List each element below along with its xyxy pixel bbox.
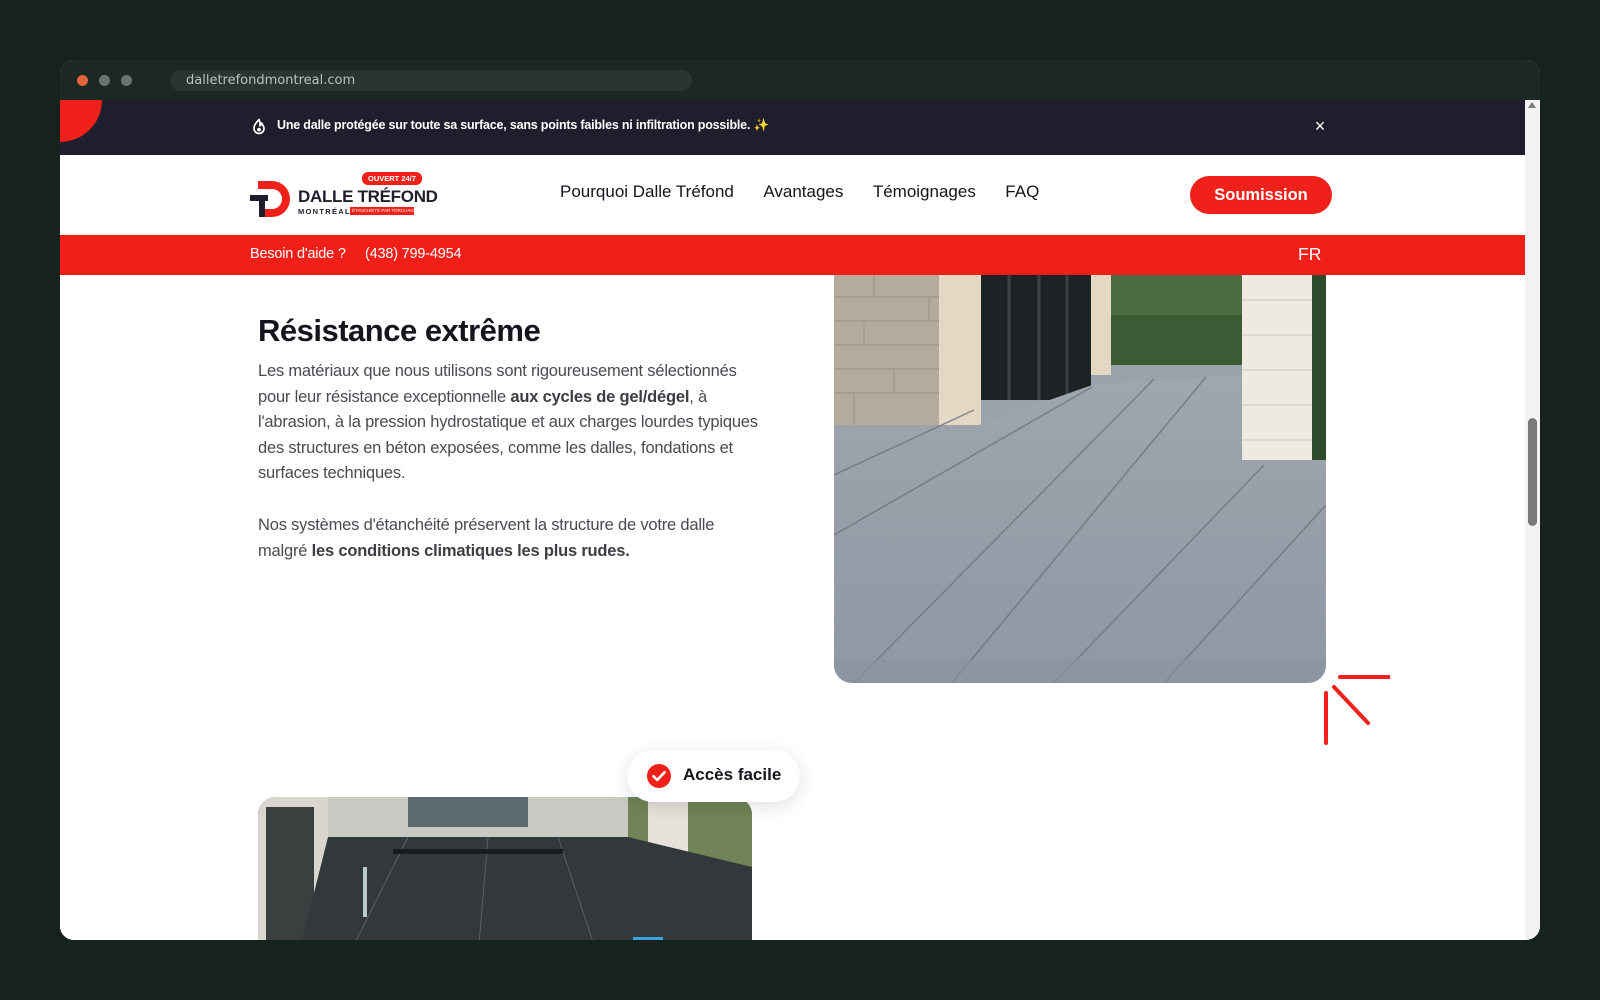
browser-titlebar: dalletrefondmontreal.com [60,60,1540,100]
phone-link[interactable]: (438) 799-4954 [365,246,462,262]
logo-strip: ÉTANCHÉITÉ PAR TORCHAGE [350,207,414,215]
para1-bold: aux cycles de gel/dégel [510,387,690,406]
logo-name: DALLE TRÉFOND [298,187,438,206]
announcement-text: Une dalle protégée sur toute sa surface,… [277,118,769,132]
nav-item-avantages[interactable]: Avantages [763,182,843,202]
close-window-dot[interactable] [77,75,88,86]
section-paragraph-2: Nos systèmes d'étanchéité préservent la … [258,513,758,564]
acces-facile-label: Accès facile [683,765,782,784]
check-circle-icon [647,764,671,788]
help-label: Besoin d'aide ? [250,246,346,262]
balcony-membrane-photo [258,797,752,940]
logo-badge: OUVERT 24/7 [362,172,422,185]
flame-icon [253,118,265,135]
address-bar[interactable]: dalletrefondmontreal.com [170,70,692,91]
nav-item-faq[interactable]: FAQ [1005,182,1039,202]
scrollbar[interactable] [1525,100,1540,940]
scroll-up-arrow-icon[interactable] [1528,102,1536,108]
logo-city: MONTRÉAL [298,207,351,216]
logo-mark-icon [250,181,290,217]
nav-item-temoignages[interactable]: Témoignages [873,182,976,202]
site-header: OUVERT 24/7 DALLE TRÉFOND MONTRÉAL ÉTANC… [60,155,1525,235]
close-icon[interactable]: × [1309,114,1331,138]
section-paragraph-1: Les matériaux que nous utilisons sont ri… [258,359,758,487]
maximize-window-dot[interactable] [121,75,132,86]
nav-item-pourquoi[interactable]: Pourquoi Dalle Tréfond [560,182,734,202]
main-content: Résistance extrême Les matériaux que nou… [60,275,1525,940]
section-title: Résistance extrême [258,313,541,348]
help-bar: Besoin d'aide ? (438) 799-4954 FR [60,235,1525,275]
decorative-red-blob [60,100,102,142]
decorative-arrow-icon [1324,675,1390,745]
minimize-window-dot[interactable] [99,75,110,86]
soumission-button[interactable]: Soumission [1190,176,1332,214]
site-logo[interactable]: OUVERT 24/7 DALLE TRÉFOND MONTRÉAL ÉTANC… [250,171,438,221]
announcement-bar: Une dalle protégée sur toute sa surface,… [60,100,1525,155]
page-viewport: Une dalle protégée sur toute sa surface,… [60,100,1525,940]
scrollbar-thumb[interactable] [1528,418,1537,526]
para2-bold: les conditions climatiques les plus rude… [311,541,630,560]
browser-window: dalletrefondmontreal.com Une dalle proté… [60,60,1540,940]
main-nav: Pourquoi Dalle Tréfond Avantages Témoign… [560,182,1064,206]
terrace-membrane-photo [834,275,1326,683]
language-switcher[interactable]: FR [1298,244,1321,265]
acces-facile-badge: Accès facile [627,750,800,802]
